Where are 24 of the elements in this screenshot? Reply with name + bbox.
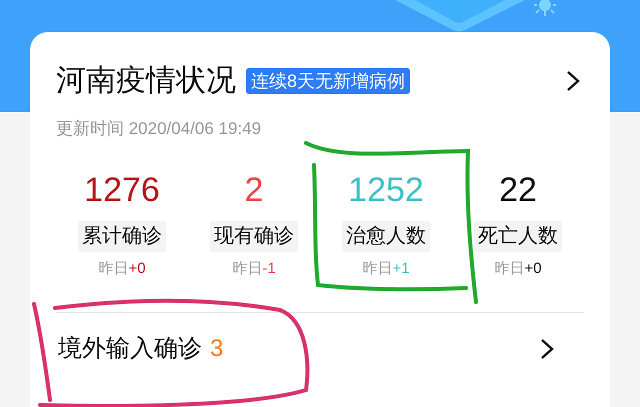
imported-cases-count: 3 [210, 337, 224, 361]
chevron-right-icon [540, 338, 554, 360]
yesterday-label: 昨日 [362, 261, 392, 276]
stat-value: 2 [244, 173, 264, 207]
virus-icon [533, 0, 557, 18]
yesterday-delta: -1 [262, 261, 276, 276]
stat-value: 1252 [348, 173, 424, 207]
yesterday-label: 昨日 [232, 261, 262, 276]
yesterday-delta: +0 [524, 261, 542, 276]
yesterday-label: 昨日 [494, 261, 524, 276]
stat-label: 死亡人数 [474, 221, 562, 252]
stat-label: 现有确诊 [210, 221, 298, 252]
imported-cases-label: 境外输入确诊 [58, 337, 202, 361]
yesterday-delta: +0 [128, 261, 146, 276]
stat-label: 治愈人数 [342, 221, 430, 252]
card-title: 河南疫情状况 [56, 66, 236, 96]
yesterday-delta: +1 [392, 261, 410, 276]
yesterday-label: 昨日 [98, 261, 128, 276]
stat-value: 22 [499, 173, 537, 207]
chevron-right-icon [566, 70, 580, 92]
update-time: 更新时间 2020/04/06 19:49 [56, 120, 262, 137]
stat-label: 累计确诊 [78, 221, 166, 252]
status-badge: 连续8天无新增病例 [246, 68, 410, 94]
stat-value: 1276 [84, 173, 160, 207]
